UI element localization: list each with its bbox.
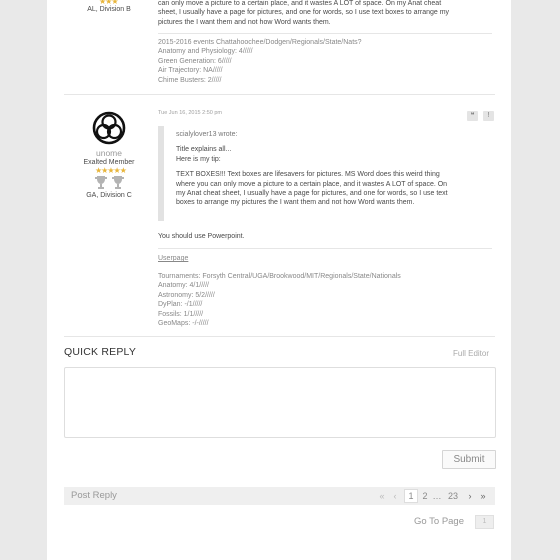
user-location: GA, Division C: [86, 192, 132, 199]
signature-line: DyPlan: -/1/////: [158, 301, 203, 309]
full-editor-link[interactable]: Full Editor: [453, 349, 489, 358]
signature-line: GeoMaps: -/-/////: [158, 320, 209, 328]
signature-divider: [158, 33, 492, 34]
quote-icon: ❝: [470, 112, 475, 119]
last-page-button[interactable]: »: [478, 489, 488, 503]
report-icon: !: [487, 112, 490, 119]
signature-line: Astronomy: 5/2/////: [158, 291, 215, 299]
double-chevron-left-icon: «: [379, 491, 385, 501]
signature: 2015-2016 events Chattahoochee/Dodgen/Re…: [158, 38, 488, 85]
signature-line: Anatomy: 4/1/////: [158, 282, 209, 290]
double-chevron-right-icon: »: [480, 491, 486, 501]
trophy-icon: [95, 176, 124, 189]
page-link[interactable]: 2: [420, 489, 430, 503]
post-reply-text: You should use Powerpoint.: [158, 233, 245, 240]
post-timestamp: Tue Jun 16, 2015 2:50 pm: [158, 110, 223, 116]
quote-line: Title explains all...: [176, 146, 232, 154]
signature: Tournaments: Forsyth Central/UGA/Brookwo…: [158, 272, 488, 328]
signature-line: Fossils: 1/1/////: [158, 310, 204, 318]
quote-line: TEXT BOXES!!! Text boxes are lifesavers …: [176, 171, 440, 179]
signature-line: Air Trajectory: NA/////: [158, 67, 223, 75]
post-text-line: sheet, I usually have a page for picture…: [158, 9, 450, 17]
signature-line: Chime Busters: 2/////: [158, 76, 222, 84]
post-text-line: pictures the I want them and not how Wor…: [158, 18, 331, 26]
page-link-last[interactable]: 23: [446, 489, 460, 503]
post-text-line: can only move a picture to a certain pla…: [158, 0, 442, 7]
trophy-icons: [93, 175, 127, 189]
quote-line: my Anat cheat sheet, I usually have a pa…: [176, 190, 448, 198]
pagination-bar: [64, 487, 495, 505]
quote-line: Here is my tip:: [176, 155, 221, 163]
signature-line: Anatomy and Physiology: 4/////: [158, 48, 253, 56]
report-button[interactable]: !: [483, 111, 494, 121]
next-page-button[interactable]: ›: [466, 489, 474, 503]
signature-line: 2015-2016 events Chattahoochee/Dodgen/Re…: [158, 39, 362, 46]
signature-link[interactable]: Userpage: [158, 254, 188, 263]
post-separator: [64, 94, 495, 95]
goto-page-label: Go To Page: [414, 516, 465, 527]
avatar[interactable]: [91, 110, 127, 146]
pagination-ellipsis: …: [432, 491, 442, 501]
quote-line: boxes to arrange my pictures the I want …: [176, 199, 415, 207]
page-link-current[interactable]: 1: [404, 489, 418, 503]
post-separator: [64, 336, 495, 337]
author-location: AL, Division B: [87, 6, 131, 13]
quick-reply-textarea[interactable]: [64, 367, 496, 438]
submit-button[interactable]: Submit: [442, 450, 496, 469]
signature-line: Green Generation: 6/////: [158, 57, 232, 65]
first-page-button[interactable]: «: [378, 489, 386, 503]
quote-button[interactable]: ❝: [467, 111, 478, 121]
post-reply-button[interactable]: Post Reply: [71, 490, 117, 501]
username-link[interactable]: unome: [86, 148, 132, 158]
signature-line: Tournaments: Forsyth Central/UGA/Brookwo…: [158, 273, 401, 280]
chevron-right-icon: ›: [468, 491, 472, 501]
signature-divider: [158, 248, 492, 249]
prev-page-button[interactable]: ‹: [391, 489, 399, 503]
rank-stars: ★★★★★: [95, 166, 127, 175]
goto-page-input[interactable]: 1: [475, 515, 494, 529]
post-body: can only move a picture to a certain pla…: [158, 0, 498, 27]
quick-reply-title: QUICK REPLY: [64, 346, 137, 358]
chevron-left-icon: ‹: [393, 491, 397, 501]
quote-line: where you can only move a picture to a c…: [176, 180, 448, 188]
quote-block: scialylover13 wrote: Title explains all.…: [158, 126, 498, 221]
quote-header: scialylover13 wrote:: [176, 131, 238, 138]
avatar-logo-icon: [92, 111, 126, 145]
